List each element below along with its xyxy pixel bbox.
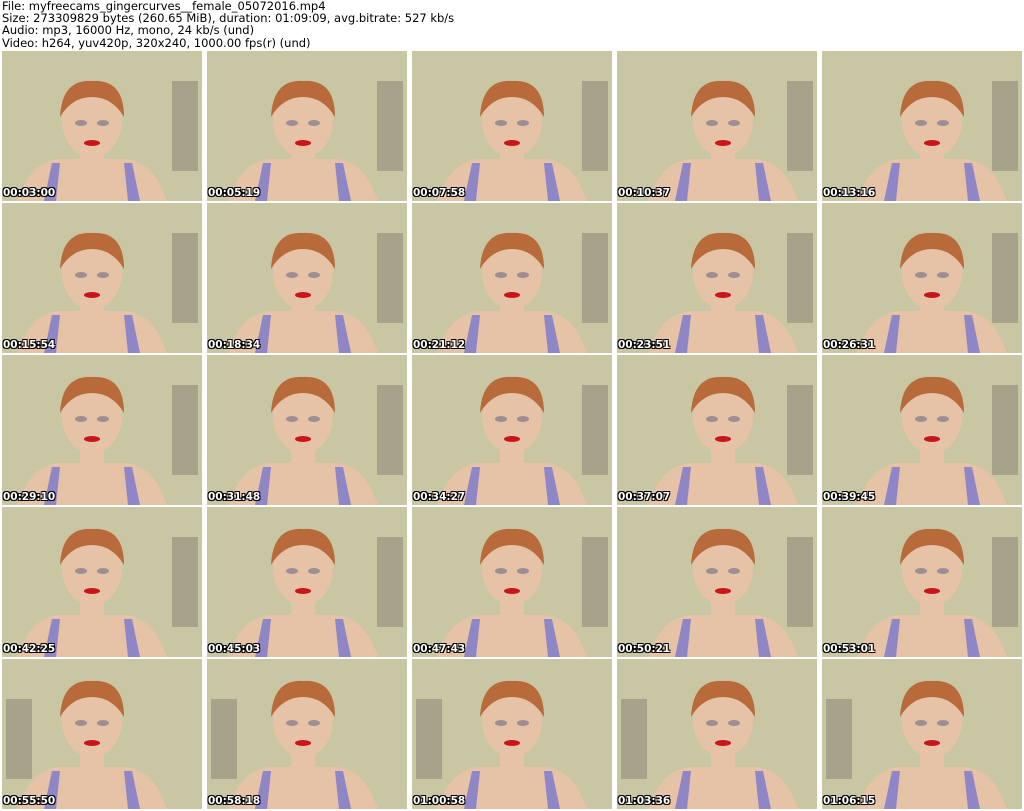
video-thumbnail: 00:39:45: [822, 355, 1022, 505]
thumbnail-timestamp: 00:18:34: [208, 339, 261, 351]
video-thumbnail: 00:26:31: [822, 203, 1022, 353]
frame-image: [617, 51, 817, 201]
frame-image: [412, 355, 612, 505]
video-thumbnail: 01:06:15: [822, 659, 1022, 809]
frame-image: [2, 203, 202, 353]
frame-image: [207, 51, 407, 201]
video-thumbnail: 00:31:48: [207, 355, 407, 505]
video-thumbnail: 01:00:58: [412, 659, 612, 809]
thumbnail-timestamp: 00:15:54: [3, 339, 56, 351]
frame-image: [822, 355, 1022, 505]
thumbnail-timestamp: 00:42:25: [3, 643, 56, 655]
video-thumbnail: 00:05:19: [207, 51, 407, 201]
frame-image: [412, 203, 612, 353]
thumbnail-timestamp: 00:58:18: [208, 795, 261, 807]
frame-image: [617, 355, 817, 505]
video-thumbnail: 00:45:03: [207, 507, 407, 657]
video-thumbnail: 00:42:25: [2, 507, 202, 657]
thumbnail-timestamp: 01:00:58: [413, 795, 466, 807]
video-thumbnail: 00:23:51: [617, 203, 817, 353]
thumbnail-timestamp: 00:29:10: [3, 491, 56, 503]
frame-image: [822, 659, 1022, 809]
thumbnail-timestamp: 00:45:03: [208, 643, 261, 655]
thumbnail-timestamp: 00:31:48: [208, 491, 261, 503]
frame-image: [412, 659, 612, 809]
thumbnail-timestamp: 00:10:37: [618, 187, 671, 199]
video-thumbnail: 00:55:50: [2, 659, 202, 809]
video-info-line: Video: h264, yuv420p, 320x240, 1000.00 f…: [2, 35, 311, 50]
thumbnail-timestamp: 00:47:43: [413, 643, 466, 655]
video-thumbnail: 00:34:27: [412, 355, 612, 505]
thumbnail-timestamp: 00:26:31: [823, 339, 876, 351]
thumbnail-timestamp: 00:07:58: [413, 187, 466, 199]
frame-image: [412, 507, 612, 657]
video-thumbnail: 00:50:21: [617, 507, 817, 657]
frame-image: [822, 203, 1022, 353]
thumbnail-grid: 00:03:00 00:05:19 00:07:58 00:10:37 00:13:16…: [2, 51, 1022, 811]
frame-image: [822, 507, 1022, 657]
frame-image: [2, 355, 202, 505]
frame-image: [2, 51, 202, 201]
frame-image: [2, 659, 202, 809]
info-header: File: myfreecams_gingercurves__female_05…: [2, 0, 1022, 50]
thumbnail-timestamp: 00:34:27: [413, 491, 466, 503]
frame-image: [207, 203, 407, 353]
video-thumbnail: 00:21:12: [412, 203, 612, 353]
video-thumbnail: 00:18:34: [207, 203, 407, 353]
video-thumbnail: 00:37:07: [617, 355, 817, 505]
frame-image: [412, 51, 612, 201]
thumbnail-timestamp: 00:37:07: [618, 491, 671, 503]
video-thumbnail: 01:03:36: [617, 659, 817, 809]
thumbnail-timestamp: 00:53:01: [823, 643, 876, 655]
thumbnail-timestamp: 00:03:00: [3, 187, 56, 199]
thumbnail-timestamp: 01:03:36: [618, 795, 671, 807]
thumbnail-timestamp: 00:21:12: [413, 339, 466, 351]
thumbnail-timestamp: 00:55:50: [3, 795, 56, 807]
thumbnail-timestamp: 00:13:16: [823, 187, 876, 199]
video-thumbnail: 00:10:37: [617, 51, 817, 201]
video-thumbnail: 00:15:54: [2, 203, 202, 353]
frame-image: [617, 507, 817, 657]
frame-image: [207, 507, 407, 657]
video-thumbnail: 00:07:58: [412, 51, 612, 201]
video-thumbnail: 00:03:00: [2, 51, 202, 201]
frame-image: [822, 51, 1022, 201]
thumbnail-timestamp: 00:23:51: [618, 339, 671, 351]
thumbnail-timestamp: 00:05:19: [208, 187, 261, 199]
audio-info-line: Audio: mp3, 16000 Hz, mono, 24 kb/s (und…: [2, 23, 255, 38]
frame-image: [2, 507, 202, 657]
frame-image: [207, 355, 407, 505]
video-thumbnail: 00:29:10: [2, 355, 202, 505]
video-thumbnail: 00:53:01: [822, 507, 1022, 657]
video-thumbnail: 00:47:43: [412, 507, 612, 657]
video-thumbnail: 00:13:16: [822, 51, 1022, 201]
video-thumbnail: 00:58:18: [207, 659, 407, 809]
thumbnail-timestamp: 00:39:45: [823, 491, 876, 503]
frame-image: [617, 203, 817, 353]
frame-image: [207, 659, 407, 809]
thumbnail-timestamp: 00:50:21: [618, 643, 671, 655]
frame-image: [617, 659, 817, 809]
thumbnail-timestamp: 01:06:15: [823, 795, 876, 807]
